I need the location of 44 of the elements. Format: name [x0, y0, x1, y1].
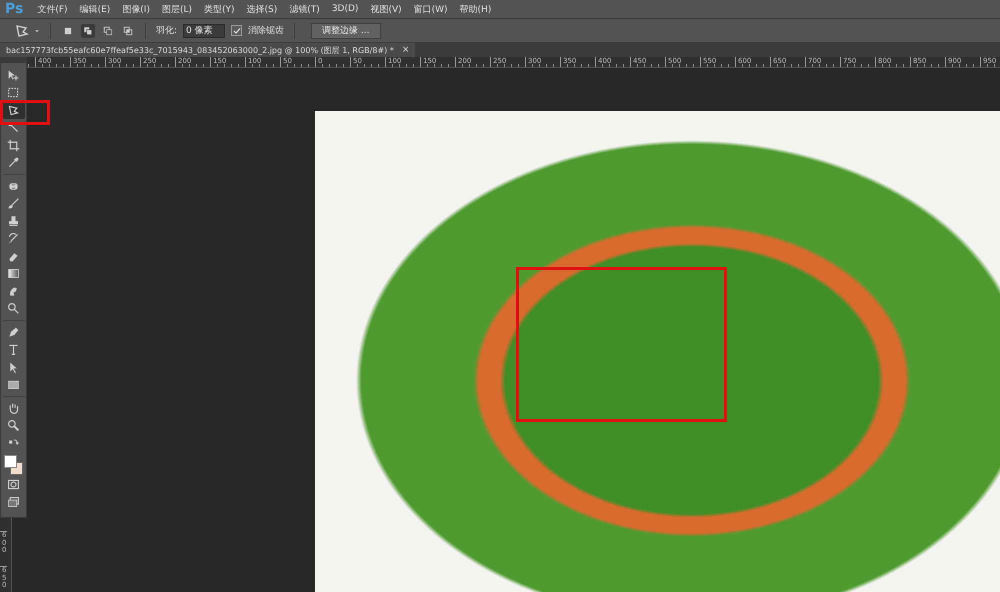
caret-icon: [34, 28, 40, 34]
refine-edge-button[interactable]: 调整边缘 ...: [311, 22, 380, 38]
menu-item[interactable]: 文件(F): [32, 2, 73, 16]
menu-item[interactable]: 选择(S): [242, 2, 282, 16]
menu-item[interactable]: 帮助(H): [454, 2, 496, 16]
crop-icon: [7, 138, 20, 152]
anti-alias-checkbox[interactable]: [231, 25, 242, 36]
brush-icon: [7, 197, 20, 210]
squares-icon: [123, 26, 133, 36]
menu-item[interactable]: 滤镜(T): [284, 2, 325, 16]
zoom-icon: [7, 419, 20, 432]
type-icon: [7, 343, 20, 356]
menu-item[interactable]: 类型(Y): [199, 2, 240, 16]
hand-icon: [7, 402, 20, 415]
anti-alias-label: 消除锯齿: [248, 24, 284, 37]
menu-item[interactable]: 图层(L): [156, 2, 198, 16]
menu-item[interactable]: 3D(D): [326, 4, 364, 14]
app-logo: Ps: [4, 1, 24, 17]
checkmark-icon: [232, 26, 241, 34]
color-swatches[interactable]: [2, 452, 24, 476]
selection-mode-button[interactable]: [81, 24, 95, 38]
rectangle-icon: [7, 378, 20, 392]
feather-label: 羽化:: [156, 24, 178, 37]
move-icon: [7, 68, 20, 82]
stamp-icon: [7, 214, 20, 228]
highlight-frame: [0, 100, 50, 125]
screens-icon: [7, 496, 20, 509]
menu-item[interactable]: 窗口(W): [408, 2, 453, 16]
menu-item[interactable]: 视图(V): [365, 2, 407, 16]
mask-icon: [7, 478, 20, 492]
menu-item[interactable]: 编辑(E): [74, 2, 116, 16]
marquee-icon: [7, 86, 20, 100]
history-brush-icon: [7, 232, 20, 246]
feather-field[interactable]: 0 像素: [183, 24, 226, 38]
gradient-icon: [7, 267, 20, 280]
close-button[interactable]: ×: [402, 45, 410, 55]
lasso-icon: [7, 104, 20, 117]
document-tab[interactable]: bac157773fcb55eafc60e7ffeaf5e33c_7015943_083452063000_2.jpg @ 100% (图层 1, RGB/8#) * ×: [0, 43, 416, 57]
lasso-icon: [14, 22, 30, 38]
eyedropper-icon: [7, 156, 20, 170]
tool-button[interactable]: [2, 102, 24, 118]
pen-icon: [7, 326, 20, 339]
document-title: bac157773fcb55eafc60e7ffeaf5e33c_7015943_083452063000_2.jpg @ 100% (图层 1, RGB/8#) *: [6, 44, 394, 56]
menu-item[interactable]: 图像(I): [117, 2, 155, 16]
